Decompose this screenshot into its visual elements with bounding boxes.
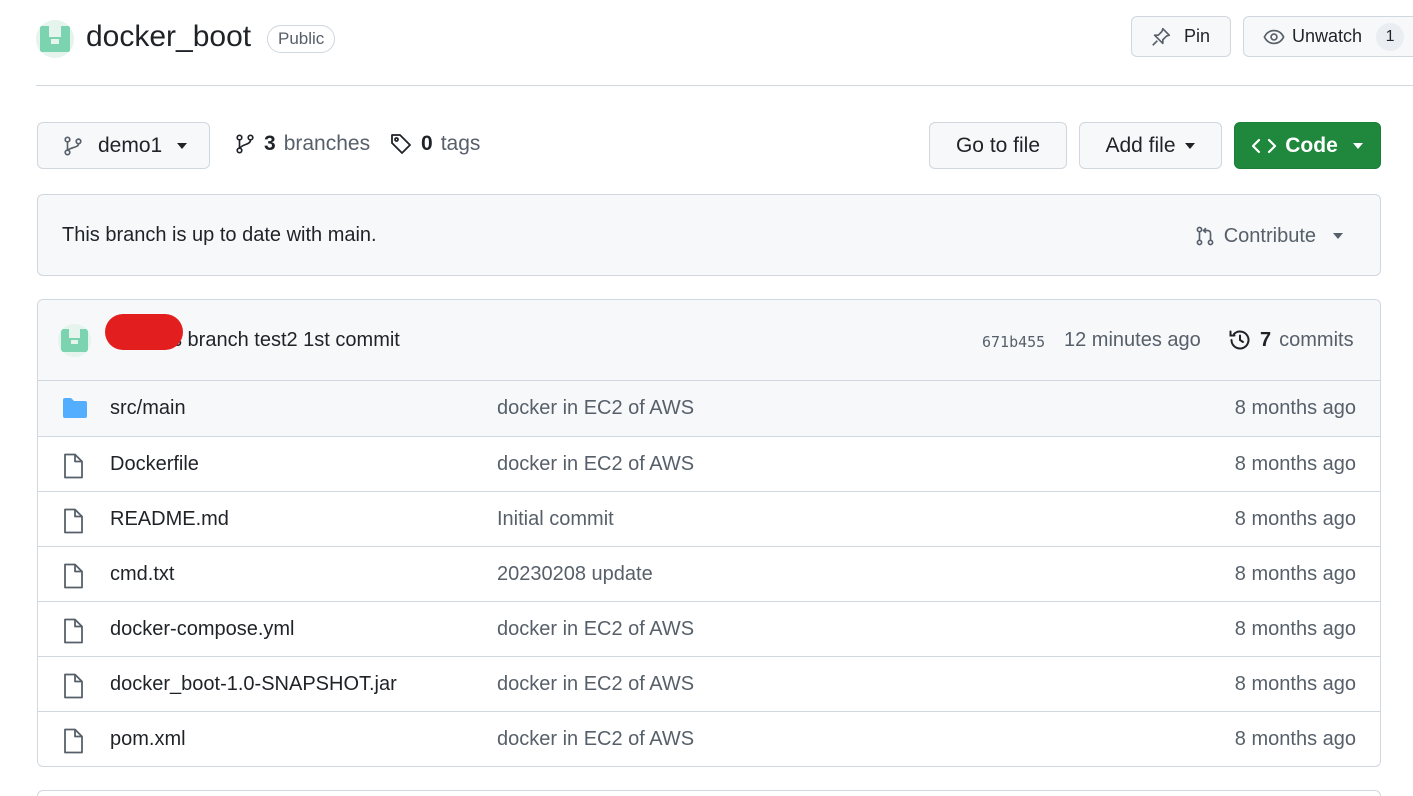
file-icon xyxy=(62,618,88,644)
file-row[interactable]: docker_boot-1.0-SNAPSHOT.jar docker in EC… xyxy=(38,656,1380,711)
repo-name-link[interactable]: docker_boot xyxy=(86,20,251,54)
readme-box-edge xyxy=(37,790,1381,796)
file-commit-age: 8 months ago xyxy=(1234,397,1356,419)
caret-down-icon xyxy=(1352,142,1363,149)
file-commit-message-link[interactable]: docker in EC2 of AWS xyxy=(497,728,694,751)
file-icon xyxy=(62,673,88,699)
commits-history-link[interactable]: 7 commits xyxy=(1228,328,1354,352)
unwatch-label: Unwatch xyxy=(1292,26,1363,46)
pin-icon xyxy=(1152,27,1171,46)
redacted-author-name xyxy=(105,314,183,350)
file-commit-message-link[interactable]: docker in EC2 of AWS xyxy=(497,673,694,696)
file-commit-message-link[interactable]: docker in EC2 of AWS xyxy=(497,618,694,641)
caret-down-icon xyxy=(177,142,188,149)
file-commit-message-link[interactable]: docker in EC2 of AWS xyxy=(497,397,694,420)
watch-count-badge: 1 xyxy=(1376,22,1405,51)
file-row[interactable]: README.md Initial commit 8 months ago xyxy=(38,491,1380,546)
code-button[interactable]: Code xyxy=(1234,122,1381,169)
add-file-button[interactable]: Add file xyxy=(1079,122,1222,169)
branches-label: branches xyxy=(283,132,371,155)
file-row[interactable]: cmd.txt 20230208 update 8 months ago xyxy=(38,546,1380,601)
branches-count: 3 xyxy=(264,132,276,155)
file-row[interactable]: src/main docker in EC2 of AWS 8 months ago xyxy=(38,381,1380,436)
file-icon xyxy=(62,728,88,754)
file-commit-age: 8 months ago xyxy=(1234,728,1356,750)
file-row[interactable]: Dockerfile docker in EC2 of AWS 8 months a… xyxy=(38,436,1380,491)
file-name-link[interactable]: pom.xml xyxy=(110,728,186,751)
file-row[interactable]: docker-compose.yml docker in EC2 of AWS 8 … xyxy=(38,601,1380,656)
pin-label: Pin xyxy=(1184,26,1211,46)
visibility-badge: Public xyxy=(267,25,336,53)
git-branch-icon xyxy=(236,134,254,154)
pull-request-icon xyxy=(1196,226,1214,246)
repo-header: docker_boot Public Pin Unwatch 1 xyxy=(36,0,1413,86)
contribute-label: Contribute xyxy=(1223,224,1316,247)
tags-count: 0 xyxy=(421,132,433,155)
file-commit-age: 8 months ago xyxy=(1234,508,1356,530)
tags-link[interactable]: 0 tags xyxy=(389,132,480,156)
file-icon xyxy=(62,453,88,479)
tag-icon xyxy=(391,134,411,154)
file-commit-age: 8 months ago xyxy=(1234,563,1356,585)
history-icon xyxy=(1229,330,1250,350)
file-commit-age: 8 months ago xyxy=(1234,453,1356,475)
branch-status-text: This branch is up to date with main. xyxy=(62,224,377,246)
commit-message-link[interactable]: s branch test2 1st commit xyxy=(172,329,400,352)
file-browser: s branch test2 1st commit 671b455 12 min… xyxy=(37,299,1381,767)
file-name-link[interactable]: cmd.txt xyxy=(110,563,174,586)
file-commit-message-link[interactable]: 20230208 update xyxy=(497,563,653,586)
unwatch-button[interactable]: Unwatch 1 xyxy=(1243,16,1413,57)
eye-icon xyxy=(1263,29,1285,44)
repo-avatar[interactable] xyxy=(36,20,74,58)
file-commit-age: 8 months ago xyxy=(1234,673,1356,695)
commit-time: 12 minutes ago xyxy=(1064,329,1201,351)
latest-commit-bar: s branch test2 1st commit 671b455 12 min… xyxy=(38,300,1380,381)
branch-name: demo1 xyxy=(98,133,163,157)
commits-label: commits xyxy=(1279,328,1354,351)
pin-button[interactable]: Pin xyxy=(1131,16,1231,57)
go-to-file-label: Go to file xyxy=(955,133,1041,157)
commit-sha-link[interactable]: 671b455 xyxy=(982,333,1045,351)
code-icon xyxy=(1252,138,1277,153)
tags-label: tags xyxy=(440,132,481,155)
code-label: Code xyxy=(1285,133,1338,157)
file-commit-message-link[interactable]: docker in EC2 of AWS xyxy=(497,453,694,476)
file-commit-message-link[interactable]: Initial commit xyxy=(497,508,614,531)
file-name-link[interactable]: README.md xyxy=(110,508,229,531)
file-icon xyxy=(62,508,88,534)
branch-status-banner: This branch is up to date with main. Con… xyxy=(37,194,1381,276)
branches-link[interactable]: 3 branches xyxy=(234,132,370,156)
branch-select-button[interactable]: demo1 xyxy=(37,122,210,169)
contribute-dropdown[interactable]: Contribute xyxy=(1194,224,1344,248)
go-to-file-button[interactable]: Go to file xyxy=(929,122,1067,169)
folder-icon xyxy=(62,397,88,421)
author-avatar[interactable] xyxy=(58,324,91,357)
caret-down-icon xyxy=(1184,142,1195,149)
file-row[interactable]: pom.xml docker in EC2 of AWS 8 months ago xyxy=(38,711,1380,766)
file-name-link[interactable]: Dockerfile xyxy=(110,453,199,476)
caret-down-icon xyxy=(1333,233,1343,239)
commits-count: 7 xyxy=(1260,328,1272,351)
file-name-link[interactable]: src/main xyxy=(110,397,186,420)
file-icon xyxy=(62,563,88,589)
file-name-link[interactable]: docker_boot-1.0-SNAPSHOT.jar xyxy=(110,673,397,696)
file-commit-age: 8 months ago xyxy=(1234,618,1356,640)
add-file-label: Add file xyxy=(1105,133,1176,157)
git-branch-icon xyxy=(64,135,82,156)
file-name-link[interactable]: docker-compose.yml xyxy=(110,618,295,641)
